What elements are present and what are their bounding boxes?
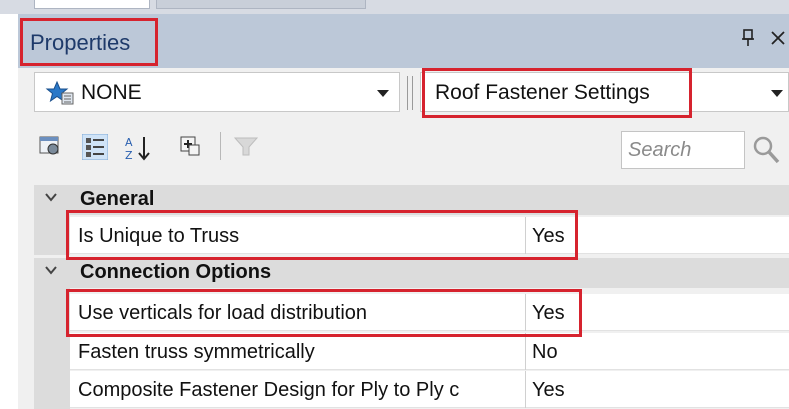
dropdown-caret-icon xyxy=(377,90,389,97)
property-name: Fasten truss symmetrically xyxy=(78,341,315,363)
property-row-use-verticals[interactable]: Use verticals for load distribution Yes xyxy=(70,294,789,331)
pin-icon[interactable] xyxy=(740,28,756,54)
column-divider xyxy=(525,217,526,254)
property-pages-icon[interactable] xyxy=(38,134,60,156)
search-placeholder: Search xyxy=(628,139,692,161)
category-general[interactable]: General xyxy=(34,185,789,215)
alphabetical-sort-icon[interactable]: AZ xyxy=(124,134,150,162)
settings-selector-value: Roof Fastener Settings xyxy=(435,81,650,104)
property-row-composite-fastener-design[interactable]: Composite Fastener Design for Ply to Ply… xyxy=(70,371,789,408)
document-tab[interactable] xyxy=(156,0,366,9)
collapse-chevron-icon[interactable] xyxy=(44,261,58,282)
property-name: Use verticals for load distribution xyxy=(78,302,368,324)
property-name: Is Unique to Truss xyxy=(78,225,240,247)
column-divider xyxy=(525,333,526,370)
collapse-chevron-icon[interactable] xyxy=(44,188,58,209)
dropdown-caret-icon xyxy=(771,90,783,97)
property-row-fasten-symmetrically[interactable]: Fasten truss symmetrically No xyxy=(70,333,789,370)
toolbar-separator xyxy=(407,76,413,110)
filter-icon[interactable] xyxy=(232,134,259,156)
document-tab[interactable] xyxy=(34,0,150,9)
properties-title-bar xyxy=(18,14,789,68)
category-connection-options[interactable]: Connection Options xyxy=(34,258,789,288)
category-gutter xyxy=(34,215,70,255)
property-value[interactable]: Yes xyxy=(532,302,565,325)
search-input[interactable]: Search xyxy=(621,131,745,169)
column-divider xyxy=(525,294,526,331)
search-icon[interactable] xyxy=(751,133,781,172)
svg-text:Z: Z xyxy=(125,149,133,162)
object-selector-dropdown[interactable]: NONE xyxy=(34,72,400,112)
property-name: Composite Fastener Design for Ply to Ply… xyxy=(78,379,460,401)
property-value[interactable]: Yes xyxy=(532,379,565,402)
property-value[interactable]: No xyxy=(532,341,558,364)
category-label: Connection Options xyxy=(80,261,272,283)
star-icon xyxy=(45,80,75,111)
categorized-icon[interactable] xyxy=(81,133,109,161)
panel-title: Properties xyxy=(30,30,131,55)
column-divider xyxy=(525,371,526,408)
svg-text:A: A xyxy=(125,136,133,149)
settings-selector-dropdown[interactable]: Roof Fastener Settings xyxy=(420,72,789,112)
property-row-is-unique-to-truss[interactable]: Is Unique to Truss Yes xyxy=(70,217,789,254)
object-selector-value: NONE xyxy=(81,81,142,104)
property-value[interactable]: Yes xyxy=(532,225,565,248)
toolbar-divider xyxy=(220,132,221,160)
category-gutter xyxy=(34,288,70,409)
add-icon[interactable] xyxy=(178,134,200,156)
category-label: General xyxy=(80,188,155,210)
close-icon[interactable] xyxy=(770,26,786,52)
